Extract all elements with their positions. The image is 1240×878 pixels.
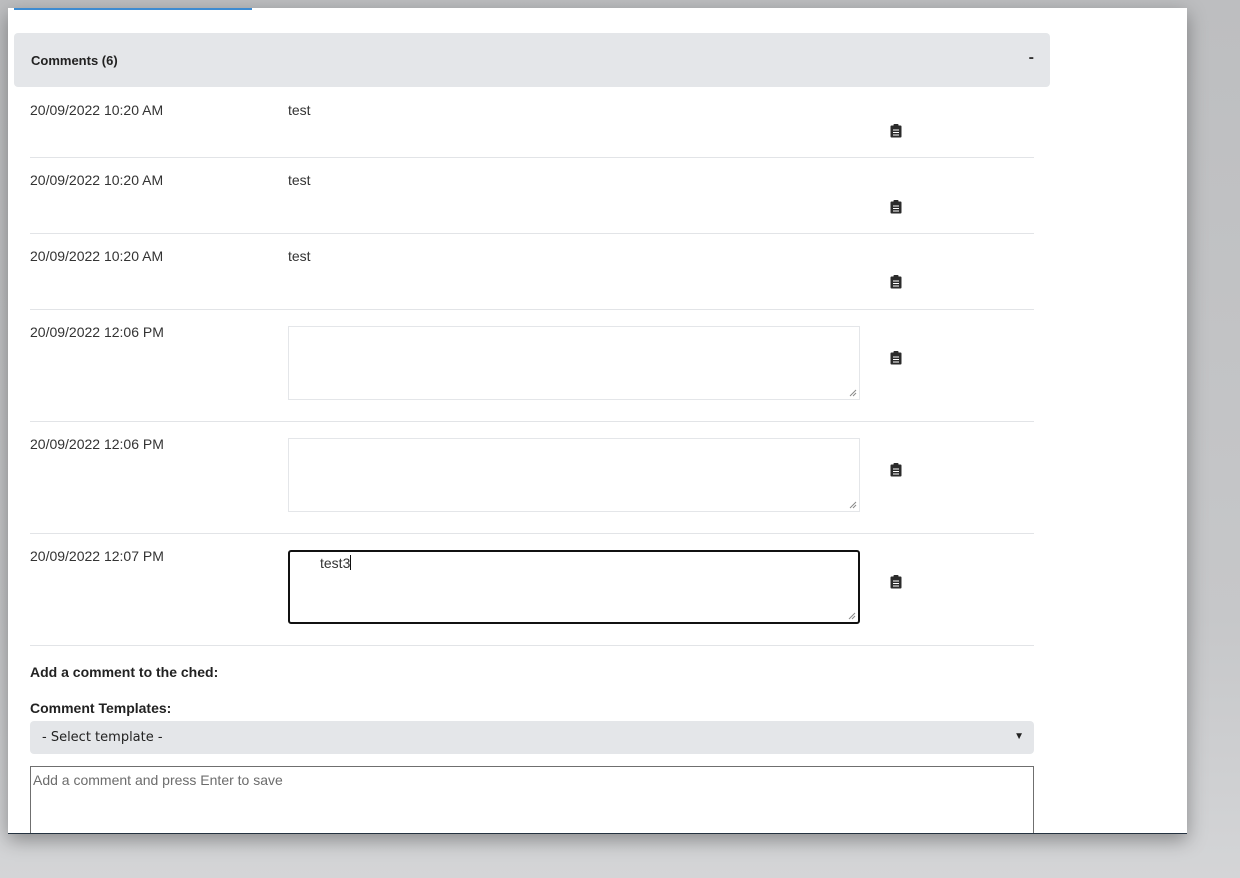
comments-accordion-header[interactable]: Comments (6) - xyxy=(14,33,1050,87)
comment-row: 20/09/2022 12:07 PM test3 xyxy=(30,534,1034,646)
comment-edit-text: test3 xyxy=(320,555,352,571)
comment-date: 20/09/2022 12:06 PM xyxy=(30,324,164,340)
comment-edit-box[interactable] xyxy=(288,326,860,400)
main-panel: Comments (6) - 20/09/2022 10:20 AM test … xyxy=(8,8,1187,834)
comment-date: 20/09/2022 10:20 AM xyxy=(30,172,164,188)
template-select[interactable]: - Select template - ▼ xyxy=(30,721,1034,754)
resize-handle-icon[interactable] xyxy=(849,389,857,397)
resize-handle-icon[interactable] xyxy=(849,501,857,509)
comment-date: 20/09/2022 10:20 AM xyxy=(30,102,164,118)
comment-date: 20/09/2022 10:20 AM xyxy=(30,248,164,264)
clipboard-icon[interactable] xyxy=(890,351,902,365)
caret-down-icon: ▼ xyxy=(1014,731,1024,742)
template-select-value: - Select template - xyxy=(42,730,163,745)
comment-row: 20/09/2022 10:20 AM test xyxy=(30,234,1034,310)
clipboard-icon[interactable] xyxy=(890,200,902,214)
clipboard-icon[interactable] xyxy=(890,275,902,289)
comment-date: 20/09/2022 12:06 PM xyxy=(30,436,164,452)
comment-edit-box[interactable] xyxy=(288,438,860,512)
comment-edit-box[interactable]: test3 xyxy=(288,550,860,624)
clipboard-icon[interactable] xyxy=(890,575,902,589)
comments-title: Comments (6) xyxy=(31,53,118,68)
comment-row: 20/09/2022 10:20 AM test xyxy=(30,158,1034,234)
text-caret xyxy=(350,555,352,570)
active-tab-indicator xyxy=(14,8,252,10)
clipboard-icon[interactable] xyxy=(890,124,902,138)
comment-date: 20/09/2022 12:07 PM xyxy=(30,548,164,564)
clipboard-icon[interactable] xyxy=(890,463,902,477)
resize-handle-icon[interactable] xyxy=(848,612,856,620)
footer-bar xyxy=(8,833,1187,834)
collapse-toggle[interactable]: - xyxy=(1029,49,1034,67)
comment-row: 20/09/2022 10:20 AM test xyxy=(30,88,1034,158)
comment-templates-label: Comment Templates: xyxy=(30,700,172,716)
new-comment-textarea[interactable]: Add a comment and press Enter to save xyxy=(30,766,1034,834)
add-comment-heading: Add a comment to the ched: xyxy=(30,664,219,680)
comment-text[interactable]: test xyxy=(288,102,311,118)
comment-text[interactable]: test xyxy=(288,248,311,264)
new-comment-placeholder: Add a comment and press Enter to save xyxy=(33,772,283,788)
comment-row: 20/09/2022 12:06 PM xyxy=(30,310,1034,422)
comment-text[interactable]: test xyxy=(288,172,311,188)
comment-row: 20/09/2022 12:06 PM xyxy=(30,422,1034,534)
